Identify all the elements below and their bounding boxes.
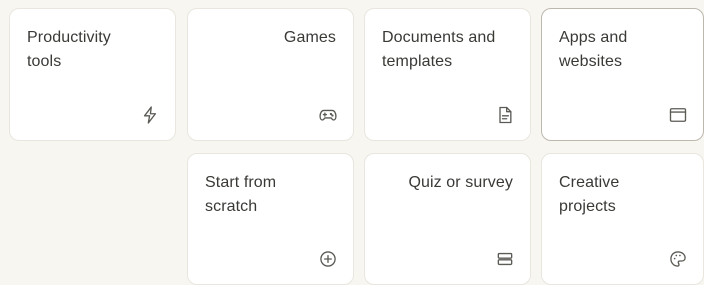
palette-icon [667, 248, 689, 270]
card-label: Start from scratch [205, 174, 277, 215]
document-icon [494, 104, 516, 126]
card-documents-and-templates[interactable]: Documents and templates [364, 8, 531, 141]
browser-window-icon [667, 104, 689, 126]
card-start-from-scratch[interactable]: Start from scratch [187, 153, 354, 285]
gamepad-icon [317, 104, 339, 126]
card-label: Productivity tools [27, 29, 111, 70]
plus-circle-icon [317, 248, 339, 270]
card-games[interactable]: Games [187, 8, 354, 141]
card-productivity-tools[interactable]: Productivity tools [9, 8, 176, 141]
card-quiz-or-survey[interactable]: Quiz or survey [364, 153, 531, 285]
card-label: Creative projects [559, 174, 620, 215]
card-apps-and-websites[interactable]: Apps and websites [541, 8, 704, 141]
card-label: Apps and websites [559, 29, 628, 70]
card-label: Documents and templates [382, 29, 496, 70]
card-creative-projects[interactable]: Creative projects [541, 153, 704, 285]
card-label: Quiz or survey [408, 174, 513, 191]
lightning-bolt-icon [139, 104, 161, 126]
list-icon [494, 248, 516, 270]
card-label: Games [283, 29, 336, 46]
